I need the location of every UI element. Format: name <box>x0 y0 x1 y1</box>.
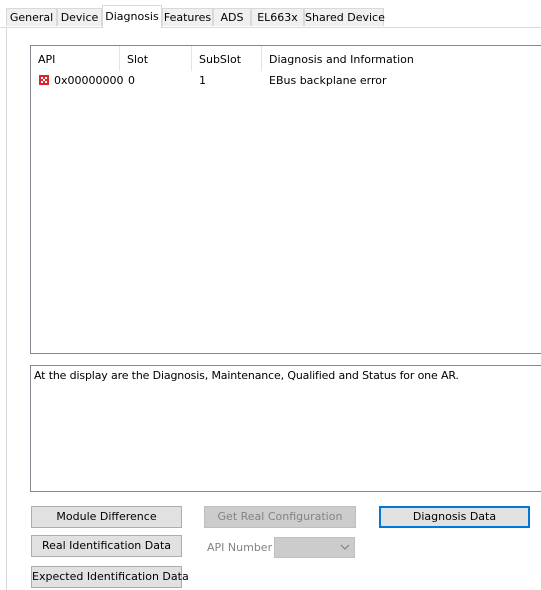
cell-subslot: 1 <box>199 74 206 87</box>
tab-features[interactable]: Features <box>162 8 213 26</box>
column-header-diagnosis-info[interactable]: Diagnosis and Information <box>262 46 541 71</box>
module-difference-button[interactable]: Module Difference <box>31 506 182 528</box>
column-header-subslot[interactable]: SubSlot <box>192 46 262 71</box>
get-real-configuration-button[interactable]: Get Real Configuration <box>204 506 356 528</box>
table-row[interactable]: 0x00000000 0 1 EBus backplane error <box>31 72 541 89</box>
info-textbox[interactable]: At the display are the Diagnosis, Mainte… <box>30 365 541 492</box>
cell-api: 0x00000000 <box>54 74 124 87</box>
tab-el663x[interactable]: EL663x <box>251 8 304 26</box>
tab-shared-device[interactable]: Shared Device <box>304 8 385 26</box>
error-icon <box>39 75 49 85</box>
api-number-combobox[interactable] <box>274 537 355 558</box>
tab-device[interactable]: Device <box>57 8 102 26</box>
column-header-slot[interactable]: Slot <box>120 46 192 71</box>
chevron-down-icon <box>340 544 350 550</box>
info-text: At the display are the Diagnosis, Mainte… <box>34 369 459 382</box>
tab-strip: General Device Diagnosis Features ADS EL… <box>0 0 541 28</box>
tab-general[interactable]: General <box>6 8 57 26</box>
list-header: API Slot SubSlot Diagnosis and Informati… <box>31 46 541 71</box>
real-identification-data-button[interactable]: Real Identification Data <box>31 535 182 557</box>
tab-divider <box>0 27 541 28</box>
diagnosis-list[interactable]: API Slot SubSlot Diagnosis and Informati… <box>30 45 541 354</box>
column-header-api[interactable]: API <box>31 46 120 71</box>
tab-diagnosis[interactable]: Diagnosis <box>102 5 162 28</box>
cell-diagnosis-info: EBus backplane error <box>269 74 387 87</box>
diagnosis-data-button[interactable]: Diagnosis Data <box>379 506 530 528</box>
tab-ads[interactable]: ADS <box>213 8 251 26</box>
expected-identification-data-button[interactable]: Expected Identification Data <box>31 566 189 588</box>
api-number-label: API Number <box>207 541 273 554</box>
diagnosis-dialog: General Device Diagnosis Features ADS EL… <box>0 0 541 590</box>
cell-slot: 0 <box>128 74 135 87</box>
